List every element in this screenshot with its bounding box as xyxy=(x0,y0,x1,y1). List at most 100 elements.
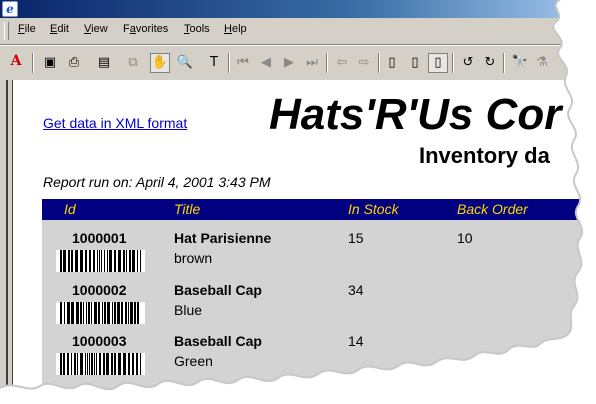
barcode-bar xyxy=(114,353,116,375)
barcode-bar xyxy=(80,302,82,324)
barcode-bar xyxy=(71,353,72,375)
copy-icon[interactable]: ⧉ xyxy=(123,53,143,73)
company-title: Hats'R'Us Cor xyxy=(269,90,562,139)
barcode-bar xyxy=(101,250,102,272)
barcode-bar xyxy=(80,353,83,375)
rotate-right-icon[interactable]: ↻ xyxy=(480,53,500,73)
item-title: Baseball Cap xyxy=(174,282,262,298)
next-page-icon[interactable]: ▶ xyxy=(279,53,299,73)
barcode-bar xyxy=(114,302,116,324)
barcode-bar xyxy=(140,250,141,272)
table-row: 1000003 Baseball Cap Green 14 xyxy=(42,323,596,375)
item-color: brown xyxy=(174,250,213,266)
print-icon[interactable]: ⎙ xyxy=(64,53,84,73)
xml-data-link[interactable]: Get data in XML format xyxy=(43,115,187,131)
find-icon[interactable]: 🔭 xyxy=(510,53,530,73)
barcode-bar xyxy=(129,250,131,272)
save-icon[interactable]: ▣ xyxy=(40,53,60,73)
item-color: Blue xyxy=(174,302,203,318)
barcode-bar xyxy=(74,353,76,375)
text-select-icon[interactable]: T xyxy=(204,53,224,73)
barcode-bar xyxy=(91,302,92,324)
menu-edit[interactable]: Edit xyxy=(50,23,69,35)
barcode-bar xyxy=(123,353,126,375)
barcode-bar xyxy=(60,250,62,272)
column-header-back-order: Back Order xyxy=(457,201,528,217)
menu-favorites[interactable]: Favorites xyxy=(123,23,168,35)
go-back-icon[interactable]: ⇦ xyxy=(332,53,352,73)
ie-logo-icon: e xyxy=(2,1,18,17)
acrobat-toolbar: A ▣ ⎙ ▤ ⧉ ✋ 🔍 T ⏮ ◀ ▶ ⏭ ⇦ ⇨ ▯ ▯ ▯ ↺ ↻ 🔭 … xyxy=(0,45,596,81)
report-run-date: Report run on: April 4, 2001 3:43 PM xyxy=(43,174,271,190)
acrobat-logo-icon[interactable]: A xyxy=(6,53,26,73)
toolbar-separator xyxy=(32,53,34,73)
barcode-bar xyxy=(77,353,78,375)
barcode-bar xyxy=(126,250,127,272)
fit-page-icon[interactable]: ▯ xyxy=(405,53,425,73)
toolbar-separator xyxy=(228,53,230,73)
barcode-bar xyxy=(99,353,101,375)
zoom-tool-icon[interactable]: 🔍 xyxy=(175,53,195,73)
menu-grip[interactable] xyxy=(4,22,9,40)
column-header-in-stock: In Stock xyxy=(348,201,399,217)
item-color: Green xyxy=(174,353,213,369)
search-icon[interactable]: ⚗ xyxy=(532,53,552,73)
barcode-bar xyxy=(128,353,130,375)
barcode-bar xyxy=(80,250,83,272)
report-subtitle: Inventory da xyxy=(419,143,550,168)
item-id: 1000003 xyxy=(72,333,127,349)
barcode-bar xyxy=(85,353,86,375)
last-page-icon[interactable]: ⏭ xyxy=(302,53,322,73)
barcode-bar xyxy=(85,250,87,272)
show-navigation-pane-icon[interactable]: ▤ xyxy=(94,53,114,73)
barcode-bar xyxy=(111,353,113,375)
barcode-image xyxy=(56,353,145,375)
hand-tool-icon[interactable]: ✋ xyxy=(150,53,170,73)
barcode-bar xyxy=(93,250,95,272)
barcode-bar xyxy=(128,302,129,324)
previous-page-icon[interactable]: ◀ xyxy=(256,53,276,73)
item-in-stock: 14 xyxy=(348,333,364,349)
barcode-bar xyxy=(83,302,84,324)
barcode-image xyxy=(56,250,145,272)
barcode-bar xyxy=(104,250,105,272)
actual-size-icon[interactable]: ▯ xyxy=(382,53,402,73)
barcode-bar xyxy=(64,302,65,324)
navigation-pane-divider xyxy=(6,80,8,404)
table-header: Id Title In Stock Back Order xyxy=(42,199,596,220)
menu-view[interactable]: View xyxy=(84,23,108,35)
barcode-bar xyxy=(136,353,138,375)
menu-help[interactable]: Help xyxy=(224,23,247,35)
barcode-bar xyxy=(71,302,74,324)
barcode-image xyxy=(56,302,145,324)
rotate-left-icon[interactable]: ↺ xyxy=(458,53,478,73)
barcode-bar xyxy=(132,353,134,375)
barcode-bar xyxy=(130,302,133,324)
barcode-bar xyxy=(117,302,120,324)
go-forward-icon[interactable]: ⇨ xyxy=(354,53,374,73)
barcode-bar xyxy=(114,250,116,272)
barcode-bar xyxy=(132,250,135,272)
item-back-order: 10 xyxy=(457,230,473,246)
barcode-bar xyxy=(67,353,69,375)
barcode-bar xyxy=(121,302,123,324)
barcode-bar xyxy=(88,302,90,324)
fit-width-icon[interactable]: ▯ xyxy=(428,53,448,73)
barcode-bar xyxy=(68,250,70,272)
table-row: 1000002 Baseball Cap Blue 34 xyxy=(42,272,596,324)
menu-tools[interactable]: Tools xyxy=(184,23,210,35)
menu-file[interactable]: File xyxy=(18,23,36,35)
barcode-bar xyxy=(98,302,100,324)
barcode-bar xyxy=(140,353,141,375)
barcode-bar xyxy=(94,353,95,375)
barcode-bar xyxy=(123,250,125,272)
barcode-bar xyxy=(118,250,121,272)
barcode-bar xyxy=(96,353,97,375)
table-row: 1000001 Hat Parisienne brown 15 10 xyxy=(42,220,596,272)
column-header-title: Title xyxy=(174,201,201,217)
barcode-bar xyxy=(60,353,62,375)
first-page-icon[interactable]: ⏮ xyxy=(233,53,253,73)
barcode-bar xyxy=(106,353,109,375)
item-in-stock: 34 xyxy=(348,282,364,298)
barcode-bar xyxy=(103,353,105,375)
